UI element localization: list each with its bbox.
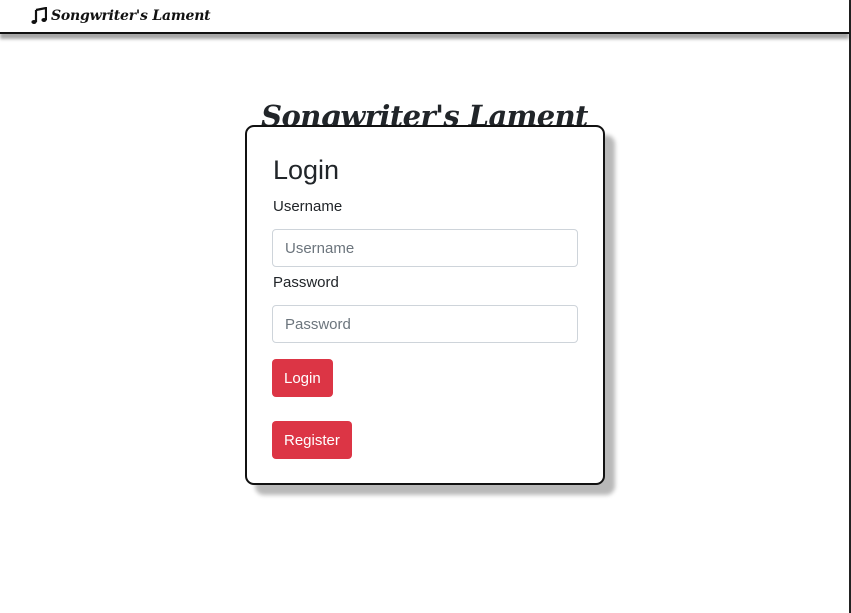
login-card: Login Username Password Login Register	[245, 125, 605, 485]
music-note-icon	[31, 6, 48, 25]
login-button[interactable]: Login	[272, 359, 333, 397]
navbar-brand-label: Songwriter's Lament	[51, 8, 211, 24]
navbar-brand-link[interactable]: Songwriter's Lament	[31, 6, 211, 25]
navbar: Songwriter's Lament	[0, 0, 849, 34]
password-label: Password	[273, 274, 339, 291]
username-label: Username	[273, 198, 343, 215]
password-input[interactable]	[272, 305, 578, 343]
username-input[interactable]	[272, 229, 578, 267]
register-button[interactable]: Register	[272, 421, 352, 459]
login-heading: Login	[273, 155, 340, 185]
